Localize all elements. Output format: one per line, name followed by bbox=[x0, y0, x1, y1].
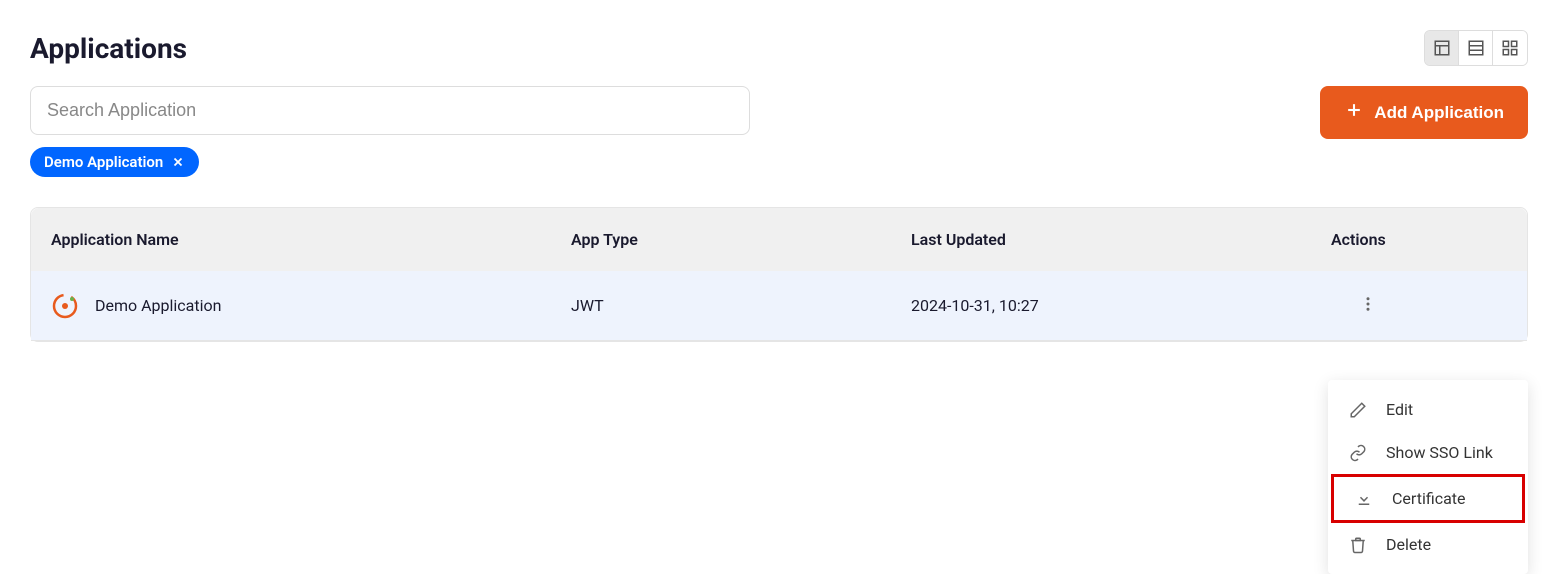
header-name: Application Name bbox=[51, 230, 571, 249]
add-application-button[interactable]: Add Application bbox=[1320, 86, 1528, 139]
grid-icon bbox=[1501, 39, 1519, 57]
menu-item-edit[interactable]: Edit bbox=[1328, 388, 1528, 431]
app-icon bbox=[51, 292, 79, 320]
close-icon[interactable] bbox=[171, 155, 185, 169]
search-input[interactable] bbox=[30, 86, 750, 135]
header-actions: Actions bbox=[1331, 230, 1507, 249]
menu-label-show-sso: Show SSO Link bbox=[1386, 443, 1493, 462]
menu-label-delete: Delete bbox=[1386, 535, 1431, 554]
edit-icon bbox=[1348, 401, 1368, 419]
view-table-button[interactable] bbox=[1425, 31, 1459, 65]
table-icon bbox=[1433, 39, 1451, 57]
plus-icon bbox=[1344, 100, 1364, 125]
menu-label-certificate: Certificate bbox=[1392, 489, 1466, 508]
page-title: Applications bbox=[30, 32, 187, 65]
actions-dropdown: Edit Show SSO Link Certificate Delete bbox=[1328, 380, 1528, 574]
menu-item-certificate[interactable]: Certificate bbox=[1331, 474, 1525, 523]
filter-chip-label: Demo Application bbox=[44, 153, 163, 171]
add-button-label: Add Application bbox=[1374, 103, 1504, 123]
menu-item-show-sso[interactable]: Show SSO Link bbox=[1328, 431, 1528, 474]
app-name-text: Demo Application bbox=[95, 296, 221, 315]
view-grid-button[interactable] bbox=[1493, 31, 1527, 65]
app-updated-text: 2024-10-31, 10:27 bbox=[911, 296, 1331, 315]
row-actions-button[interactable] bbox=[1353, 289, 1383, 322]
link-icon bbox=[1348, 444, 1368, 462]
app-type-text: JWT bbox=[571, 296, 911, 315]
list-icon bbox=[1467, 39, 1485, 57]
filter-chip[interactable]: Demo Application bbox=[30, 147, 199, 177]
table-row[interactable]: Demo Application JWT 2024-10-31, 10:27 bbox=[31, 271, 1527, 341]
view-toggle-group bbox=[1424, 30, 1528, 66]
table-header: Application Name App Type Last Updated A… bbox=[31, 208, 1527, 271]
header-updated: Last Updated bbox=[911, 230, 1331, 249]
menu-item-delete[interactable]: Delete bbox=[1328, 523, 1528, 566]
download-icon bbox=[1354, 490, 1374, 508]
trash-icon bbox=[1348, 536, 1368, 554]
applications-table: Application Name App Type Last Updated A… bbox=[30, 207, 1528, 342]
menu-label-edit: Edit bbox=[1386, 400, 1413, 419]
header-type: App Type bbox=[571, 230, 911, 249]
view-list-button[interactable] bbox=[1459, 31, 1493, 65]
more-vertical-icon bbox=[1359, 295, 1377, 316]
